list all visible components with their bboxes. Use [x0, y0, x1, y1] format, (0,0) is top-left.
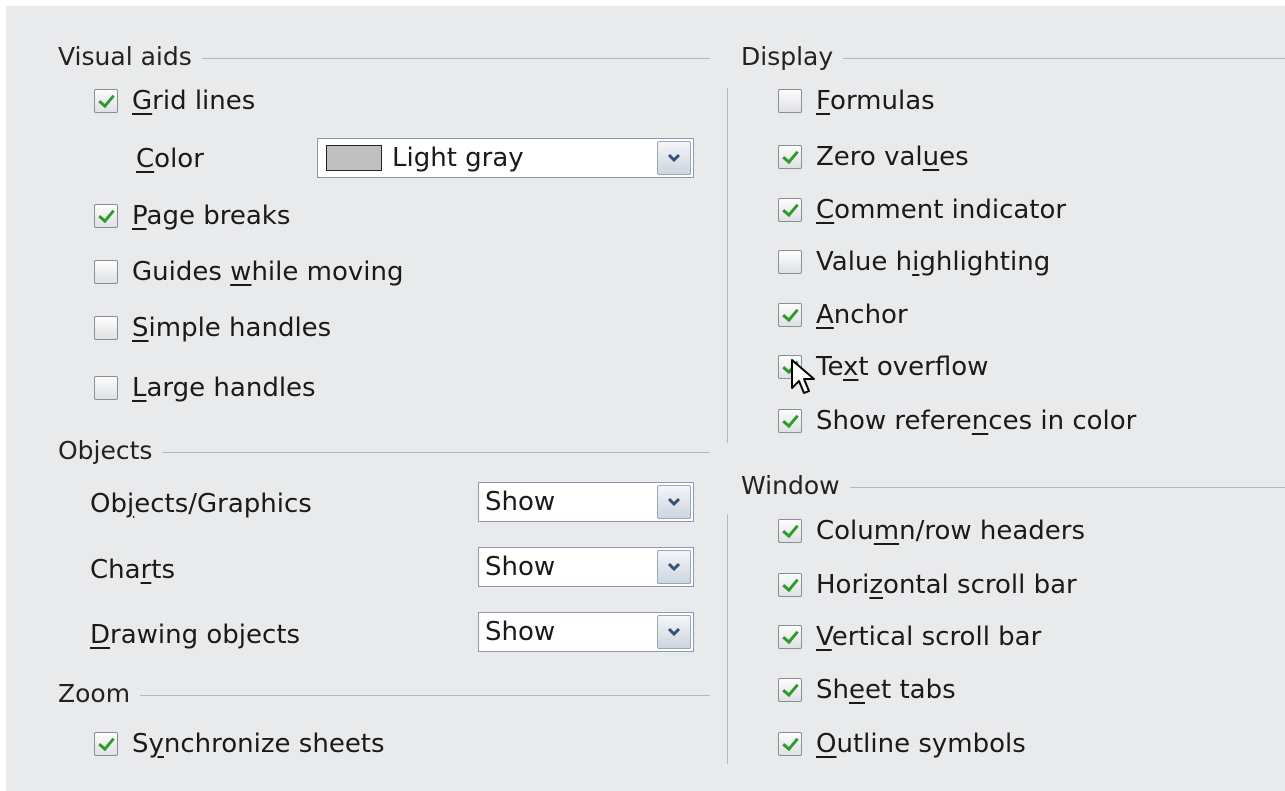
show-references-option[interactable]: Show references in color	[778, 404, 1136, 438]
divider	[849, 486, 1285, 488]
large-handles-checkbox[interactable]	[94, 376, 118, 400]
display-title: Display	[741, 42, 834, 71]
text-overflow-label: Text overflow	[816, 352, 989, 382]
synchronize-sheets-option[interactable]: Synchronize sheets	[94, 727, 385, 761]
divider	[140, 694, 710, 696]
zero-values-label: Zero values	[816, 142, 969, 172]
chevron-down-icon[interactable]	[657, 615, 691, 649]
anchor-option[interactable]: Anchor	[778, 298, 908, 332]
comment-indicator-option[interactable]: Comment indicator	[778, 193, 1066, 227]
drawing-objects-value: Show	[485, 617, 556, 647]
guides-while-moving-checkbox[interactable]	[94, 260, 118, 284]
vertical-scroll-bar-label: Vertical scroll bar	[816, 622, 1042, 652]
drawing-objects-label: Drawing objects	[90, 620, 301, 650]
comment-indicator-checkbox[interactable]	[778, 198, 802, 222]
large-handles-option[interactable]: Large handles	[94, 371, 316, 405]
simple-handles-option[interactable]: Simple handles	[94, 311, 331, 345]
window-header: Window	[741, 471, 1285, 501]
chevron-down-icon[interactable]	[657, 485, 691, 519]
sheet-tabs-label: Sheet tabs	[816, 675, 956, 705]
column-row-headers-label: Column/row headers	[816, 516, 1086, 546]
divider	[201, 57, 710, 59]
horizontal-scroll-bar-checkbox[interactable]	[778, 573, 802, 597]
objects-title: Objects	[58, 436, 153, 465]
divider	[162, 451, 710, 453]
sheet-tabs-option[interactable]: Sheet tabs	[778, 673, 956, 707]
synchronize-sheets-checkbox[interactable]	[94, 732, 118, 756]
grid-lines-label: Grid lines	[132, 86, 256, 116]
page-breaks-checkbox[interactable]	[94, 204, 118, 228]
simple-handles-checkbox[interactable]	[94, 316, 118, 340]
formulas-option[interactable]: Formulas	[778, 84, 935, 118]
zero-values-option[interactable]: Zero values	[778, 140, 969, 174]
divider	[843, 57, 1285, 59]
comment-indicator-label: Comment indicator	[816, 195, 1067, 225]
visual-aids-header: Visual aids	[58, 42, 710, 72]
text-overflow-option[interactable]: Text overflow	[778, 350, 988, 384]
vertical-scroll-bar-option[interactable]: Vertical scroll bar	[778, 620, 1041, 654]
page-breaks-option[interactable]: Page breaks	[94, 199, 290, 233]
page-breaks-label: Page breaks	[132, 201, 291, 231]
sheet-tabs-checkbox[interactable]	[778, 678, 802, 702]
vertical-scroll-bar-checkbox[interactable]	[778, 625, 802, 649]
value-highlighting-checkbox[interactable]	[778, 250, 802, 274]
guides-while-moving-label: Guides while moving	[132, 257, 404, 287]
horizontal-scroll-bar-option[interactable]: Horizontal scroll bar	[778, 568, 1077, 602]
window-title: Window	[741, 471, 840, 500]
simple-handles-label: Simple handles	[132, 313, 332, 343]
color-label: Color	[136, 144, 204, 174]
value-highlighting-label: Value highlighting	[816, 247, 1051, 277]
objects-graphics-label: Objects/Graphics	[90, 489, 312, 519]
large-handles-label: Large handles	[132, 373, 316, 403]
show-references-checkbox[interactable]	[778, 409, 802, 433]
synchronize-sheets-label: Synchronize sheets	[132, 729, 385, 759]
color-swatch	[326, 145, 382, 171]
charts-dropdown[interactable]: Show	[478, 547, 694, 587]
objects-header: Objects	[58, 436, 710, 466]
zoom-header: Zoom	[58, 679, 710, 709]
anchor-label: Anchor	[816, 300, 908, 330]
zero-values-checkbox[interactable]	[778, 145, 802, 169]
outline-symbols-checkbox[interactable]	[778, 732, 802, 756]
guides-while-moving-option[interactable]: Guides while moving	[94, 255, 403, 289]
grid-color-value: Light gray	[392, 143, 524, 173]
chevron-down-icon[interactable]	[657, 141, 691, 175]
column-row-headers-checkbox[interactable]	[778, 519, 802, 543]
column-separator	[727, 514, 728, 764]
charts-value: Show	[485, 552, 556, 582]
grid-lines-option[interactable]: Grid lines	[94, 84, 255, 118]
anchor-checkbox[interactable]	[778, 303, 802, 327]
formulas-checkbox[interactable]	[778, 89, 802, 113]
formulas-label: Formulas	[816, 86, 935, 116]
charts-label: Charts	[90, 555, 176, 585]
objects-graphics-dropdown[interactable]: Show	[478, 482, 694, 522]
outline-symbols-option[interactable]: Outline symbols	[778, 727, 1026, 761]
column-row-headers-option[interactable]: Column/row headers	[778, 514, 1085, 548]
outline-symbols-label: Outline symbols	[816, 729, 1026, 759]
objects-graphics-value: Show	[485, 487, 556, 517]
display-header: Display	[741, 42, 1285, 72]
value-highlighting-option[interactable]: Value highlighting	[778, 245, 1050, 279]
options-panel: Visual aids Grid lines Color Light gray …	[6, 6, 1285, 791]
drawing-objects-dropdown[interactable]: Show	[478, 612, 694, 652]
visual-aids-title: Visual aids	[58, 42, 192, 71]
show-references-label: Show references in color	[816, 406, 1137, 436]
text-overflow-checkbox[interactable]	[778, 355, 802, 379]
column-separator	[727, 88, 728, 443]
zoom-title: Zoom	[58, 679, 131, 708]
grid-color-dropdown[interactable]: Light gray	[317, 138, 694, 178]
chevron-down-icon[interactable]	[657, 550, 691, 584]
horizontal-scroll-bar-label: Horizontal scroll bar	[816, 570, 1077, 600]
grid-lines-checkbox[interactable]	[94, 89, 118, 113]
